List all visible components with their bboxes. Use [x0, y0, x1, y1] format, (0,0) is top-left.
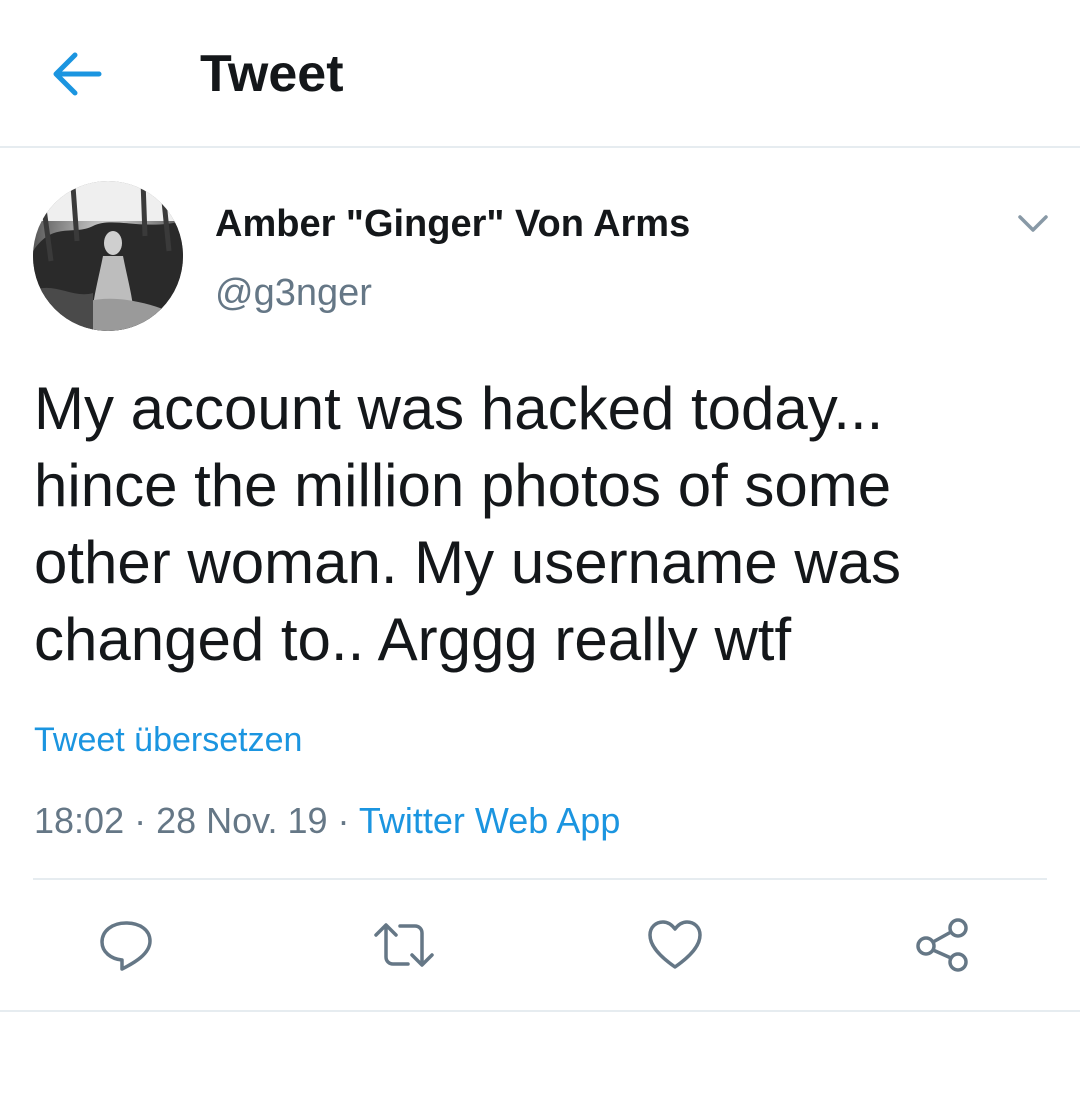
meta-separator: · — [124, 800, 157, 841]
tweet-date: 28 Nov. 19 — [156, 800, 328, 841]
tweet-text: My account was hacked today... hince the… — [34, 375, 902, 673]
meta-separator: · — [327, 800, 359, 841]
share-button[interactable] — [903, 905, 983, 985]
top-bar: Tweet — [0, 0, 1080, 148]
action-bar — [0, 905, 1080, 985]
arrow-left-icon — [53, 52, 102, 96]
retweet-icon — [374, 923, 434, 967]
chevron-down-icon — [1018, 215, 1048, 232]
like-button[interactable] — [635, 905, 715, 985]
author-name[interactable]: Amber "Ginger" Von Arms — [215, 200, 690, 248]
back-button[interactable] — [40, 44, 112, 104]
tweet-meta: 18:02 · 28 Nov. 19 · Twitter Web App — [34, 798, 620, 844]
divider — [0, 1010, 1080, 1012]
share-icon — [916, 918, 968, 972]
author-handle[interactable]: @g3nger — [215, 270, 372, 316]
tweet-source-link[interactable]: Twitter Web App — [359, 800, 620, 841]
retweet-button[interactable] — [364, 905, 444, 985]
avatar[interactable] — [33, 181, 183, 331]
like-icon — [648, 920, 702, 969]
reply-button[interactable] — [86, 905, 166, 985]
translate-link[interactable]: Tweet übersetzen — [34, 718, 302, 762]
page-title: Tweet — [200, 45, 344, 103]
more-options-button[interactable] — [1008, 202, 1058, 246]
divider — [33, 878, 1047, 880]
tweet-time: 18:02 — [34, 800, 125, 841]
reply-icon — [100, 921, 152, 971]
